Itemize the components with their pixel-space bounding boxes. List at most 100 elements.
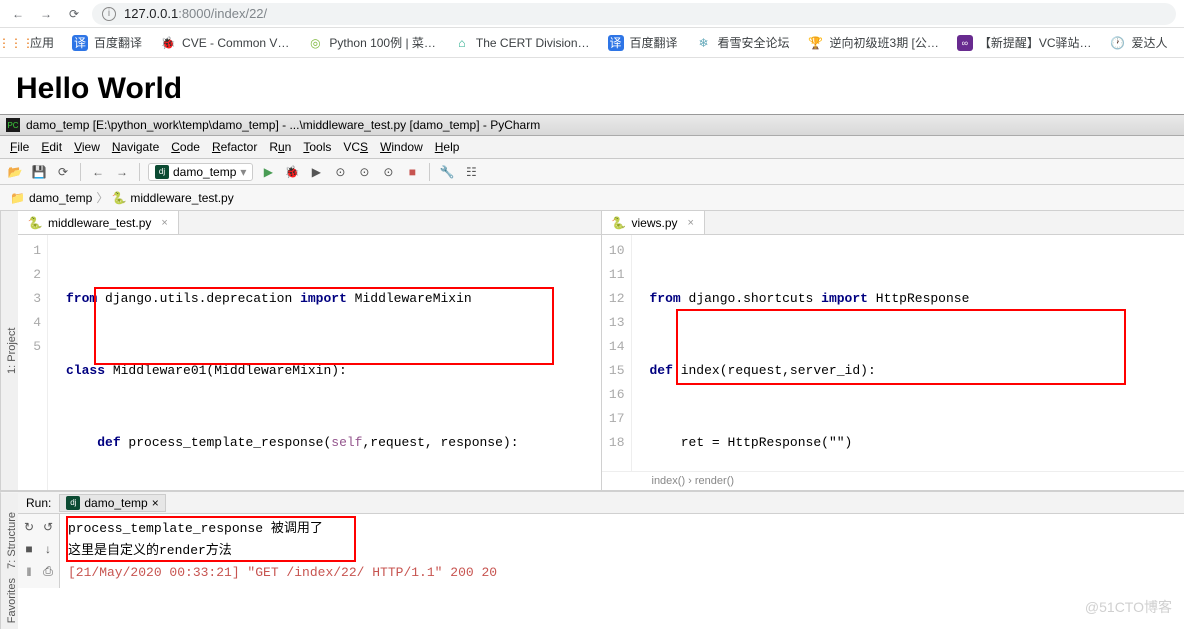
breadcrumbs: 📁 damo_temp 〉 🐍 middleware_test.py: [0, 185, 1184, 211]
code-right[interactable]: 101112131415161718 from django.shortcuts…: [602, 235, 1184, 471]
pycharm-icon: PC: [6, 118, 20, 132]
code-left[interactable]: 12345 from django.utils.deprecation impo…: [18, 235, 601, 490]
sidebar-project-tab[interactable]: 1: Project: [0, 211, 18, 490]
bookmark-baidu[interactable]: 译百度翻译: [72, 34, 142, 51]
breadcrumb-folder[interactable]: damo_temp: [29, 191, 92, 205]
menu-file[interactable]: File: [6, 138, 33, 156]
menu-edit[interactable]: Edit: [37, 138, 66, 156]
menu-vcs[interactable]: VCS: [339, 138, 372, 156]
toolbar: 📂 💾 ⟳ ← → dj damo_temp ▾ ▶ 🐞 ▶ ⊙ ⊙ ⊙ ■ 🔧…: [0, 159, 1184, 185]
editor-tabs-left: 🐍 middleware_test.py ×: [18, 211, 601, 235]
django-icon: dj: [155, 165, 169, 179]
editor-tabs-right: 🐍 views.py ×: [602, 211, 1184, 235]
run-button[interactable]: ▶: [259, 163, 277, 181]
page-content: Hello World: [0, 58, 1184, 114]
close-tab-icon[interactable]: ×: [161, 217, 167, 229]
menubar: File Edit View Navigate Code Refactor Ru…: [0, 136, 1184, 159]
python-icon: 🐍: [28, 216, 42, 230]
scroll-down-button[interactable]: ↓: [39, 540, 57, 558]
stop-button[interactable]: ■: [403, 163, 421, 181]
python-icon: 🐍: [112, 191, 126, 205]
structure-button[interactable]: ☷: [462, 163, 480, 181]
run-header: Run: dj damo_temp ×: [18, 492, 1184, 514]
bookmark-baidu2[interactable]: 译百度翻译: [608, 34, 678, 51]
back-button[interactable]: ←: [8, 4, 28, 24]
folder-icon: 📁: [10, 191, 25, 205]
run-config-selector[interactable]: dj damo_temp ▾: [148, 163, 253, 181]
open-button[interactable]: 📂: [6, 163, 24, 181]
ide-titlebar: PC damo_temp [E:\python_work\temp\damo_t…: [0, 114, 1184, 136]
bookmark-cert[interactable]: ⌂The CERT Division…: [454, 35, 590, 51]
profile-button[interactable]: ⊙: [331, 163, 349, 181]
breadcrumb-file[interactable]: middleware_test.py: [130, 191, 233, 205]
run-body: ↻ ↺ ■ ↓ ‖ ⎙ process_template_response 被调…: [18, 514, 1184, 588]
ide-title-text: damo_temp [E:\python_work\temp\damo_temp…: [26, 118, 540, 132]
console[interactable]: process_template_response 被调用了 这里是自定义的re…: [60, 514, 1184, 588]
run-tab[interactable]: dj damo_temp ×: [59, 494, 165, 512]
run-label: Run:: [26, 496, 51, 510]
menu-tools[interactable]: Tools: [299, 138, 335, 156]
sync-button[interactable]: ⟳: [54, 163, 72, 181]
menu-window[interactable]: Window: [376, 138, 427, 156]
bookmark-vc[interactable]: ∞【新提醒】VC驿站…: [957, 34, 1092, 51]
editor-right: 🐍 views.py × 101112131415161718 from dja…: [602, 211, 1184, 490]
bookmarks-bar: ⋮⋮⋮应用 译百度翻译 🐞CVE - Common V… ◎Python 100…: [0, 28, 1184, 58]
site-info-icon[interactable]: i: [102, 7, 116, 21]
console-line: 这里是自定义的render方法: [68, 540, 1176, 562]
toolbar-separator: [139, 163, 140, 181]
menu-code[interactable]: Code: [167, 138, 204, 156]
code-text-left[interactable]: from django.utils.deprecation import Mid…: [62, 235, 601, 490]
print-button[interactable]: ⎙: [39, 563, 57, 581]
run-panel: Favorites 7: Structure Run: dj damo_temp…: [0, 491, 1184, 629]
coverage-button[interactable]: ▶: [307, 163, 325, 181]
rerun-button[interactable]: ↻: [20, 518, 38, 536]
bookmark-python100[interactable]: ◎Python 100例 | 菜…: [307, 34, 436, 51]
url-bar[interactable]: i 127.0.0.1:8000/index/22/: [92, 3, 1176, 25]
undo-button[interactable]: ←: [89, 163, 107, 181]
save-button[interactable]: 💾: [30, 163, 48, 181]
fold-col: [632, 235, 646, 471]
redo-button[interactable]: →: [113, 163, 131, 181]
attach-button[interactable]: ⊙: [379, 163, 397, 181]
fold-col: [48, 235, 62, 490]
run-controls: ↻ ↺ ■ ↓ ‖ ⎙: [18, 514, 60, 588]
console-line: process_template_response 被调用了: [68, 518, 1176, 540]
close-icon[interactable]: ×: [152, 496, 159, 510]
settings-button[interactable]: 🔧: [438, 163, 456, 181]
editor-area: 1: Project 🐍 middleware_test.py × 12345 …: [0, 211, 1184, 491]
code-text-right[interactable]: from django.shortcuts import HttpRespons…: [646, 235, 1184, 471]
python-icon: 🐍: [612, 216, 626, 230]
forward-button[interactable]: →: [36, 4, 56, 24]
bookmark-cve[interactable]: 🐞CVE - Common V…: [160, 35, 289, 51]
menu-run[interactable]: Run: [265, 138, 295, 156]
menu-navigate[interactable]: Navigate: [108, 138, 163, 156]
gutter-right: 101112131415161718: [602, 235, 632, 471]
concurrency-button[interactable]: ⊙: [355, 163, 373, 181]
gutter-left: 12345: [18, 235, 48, 490]
watermark: @51CTO博客: [1085, 597, 1172, 617]
console-line: [21/May/2020 00:33:21] "GET /index/22/ H…: [68, 562, 1176, 584]
restart-button[interactable]: ↺: [39, 518, 57, 536]
django-icon: dj: [66, 496, 80, 510]
stop-run-button[interactable]: ■: [20, 540, 38, 558]
reload-button[interactable]: ⟳: [64, 4, 84, 24]
page-heading: Hello World: [16, 72, 1168, 106]
toolbar-separator: [80, 163, 81, 181]
debug-button[interactable]: 🐞: [283, 163, 301, 181]
bookmark-reverse[interactable]: 🏆逆向初级班3期 [公…: [808, 34, 939, 51]
bookmark-kanxue[interactable]: ❄看雪安全论坛: [696, 34, 790, 51]
nav-info: index() › render(): [602, 471, 1184, 490]
tab-middleware-test[interactable]: 🐍 middleware_test.py ×: [18, 211, 179, 234]
menu-help[interactable]: Help: [431, 138, 464, 156]
close-tab-icon[interactable]: ×: [688, 217, 694, 229]
pause-button[interactable]: ‖: [20, 563, 38, 581]
editor-left: 🐍 middleware_test.py × 12345 from django…: [18, 211, 602, 490]
sidebar-structure-favorites[interactable]: Favorites 7: Structure: [0, 492, 18, 629]
browser-toolbar: ← → ⟳ i 127.0.0.1:8000/index/22/: [0, 0, 1184, 28]
bookmark-aidaren[interactable]: 🕐爱达人: [1110, 34, 1168, 51]
toolbar-separator: [429, 163, 430, 181]
menu-view[interactable]: View: [70, 138, 104, 156]
tab-views[interactable]: 🐍 views.py ×: [602, 211, 705, 234]
apps-button[interactable]: ⋮⋮⋮应用: [8, 34, 54, 51]
menu-refactor[interactable]: Refactor: [208, 138, 261, 156]
